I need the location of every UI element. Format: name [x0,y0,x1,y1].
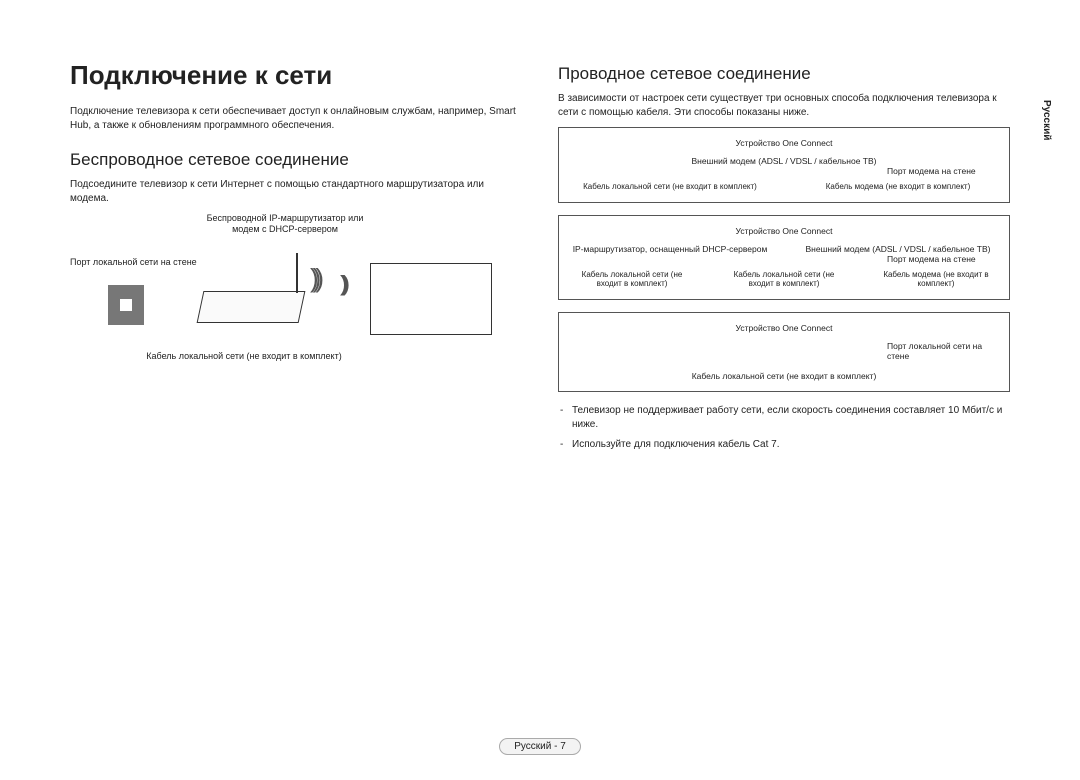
lan-cable-label: Кабель локальной сети (не входит в компл… [114,351,374,362]
modem-cable-label: Кабель модема (не входит в комплект) [799,182,997,192]
left-column: Подключение к сети Подключение телевизор… [70,60,522,458]
device-label: Устройство One Connect [571,138,997,148]
list-item: Телевизор не поддерживает работу сети, е… [558,404,1010,432]
wifi-icon: ))) [310,263,318,294]
antenna-icon [296,253,298,293]
router-icon [197,291,306,323]
router-label: IP-маршрутизатор, оснащенный DHCP-сервер… [571,244,769,254]
right-column: Проводное сетевое соединение В зависимос… [558,60,1010,458]
device-label: Устройство One Connect [571,226,997,236]
lan-cable-label: Кабель локальной сети (не входит в компл… [571,371,997,381]
page-number: Русский - 7 [499,738,581,755]
modem-label: Внешний модем (ADSL / VDSL / кабельное Т… [571,156,997,166]
wireless-diagram: Беспроводной IP-маршрутизатор или модем … [70,213,522,383]
page-title: Подключение к сети [70,60,522,91]
wallport-label: Порт модема на стене [887,166,997,176]
lan-cable-label: Кабель локальной сети (не входит в компл… [723,270,845,289]
wireless-heading: Беспроводное сетевое соединение [70,150,522,170]
list-item: Используйте для подключения кабель Cat 7… [558,438,1010,452]
wired-diagram-2: Устройство One Connect IP-маршрутизатор,… [558,215,1010,300]
intro-text: Подключение телевизора к сети обеспечива… [70,105,522,132]
wireless-text: Подсоедините телевизор к сети Интернет с… [70,178,522,205]
lan-cable-label: Кабель локальной сети (не входит в компл… [571,270,693,289]
wired-diagram-1: Устройство One Connect Внешний модем (AD… [558,127,1010,203]
wallport-label: Порт локальной сети на стене [887,341,997,361]
wallport-label: Порт модема на стене [887,254,997,264]
page-content: Подключение к сети Подключение телевизор… [0,0,1080,488]
wifi-icon: ))) [340,271,344,297]
wallport-icon [108,285,144,325]
wired-heading: Проводное сетевое соединение [558,64,1010,84]
wired-diagram-3: Устройство One Connect Порт локальной се… [558,312,1010,392]
router-label: Беспроводной IP-маршрутизатор или модем … [200,213,370,235]
wired-text: В зависимости от настроек сети существуе… [558,92,1010,119]
device-label: Устройство One Connect [571,323,997,333]
modem-label: Внешний модем (ADSL / VDSL / кабельное Т… [799,244,997,254]
page-footer: Русский - 7 [0,741,1080,752]
tv-icon [370,263,492,335]
wallport-label: Порт локальной сети на стене [70,257,230,268]
notes-list: Телевизор не поддерживает работу сети, е… [558,404,1010,452]
modem-cable-label: Кабель модема (не входит в комплект) [875,270,997,289]
lan-cable-label: Кабель локальной сети (не входит в компл… [571,182,769,192]
